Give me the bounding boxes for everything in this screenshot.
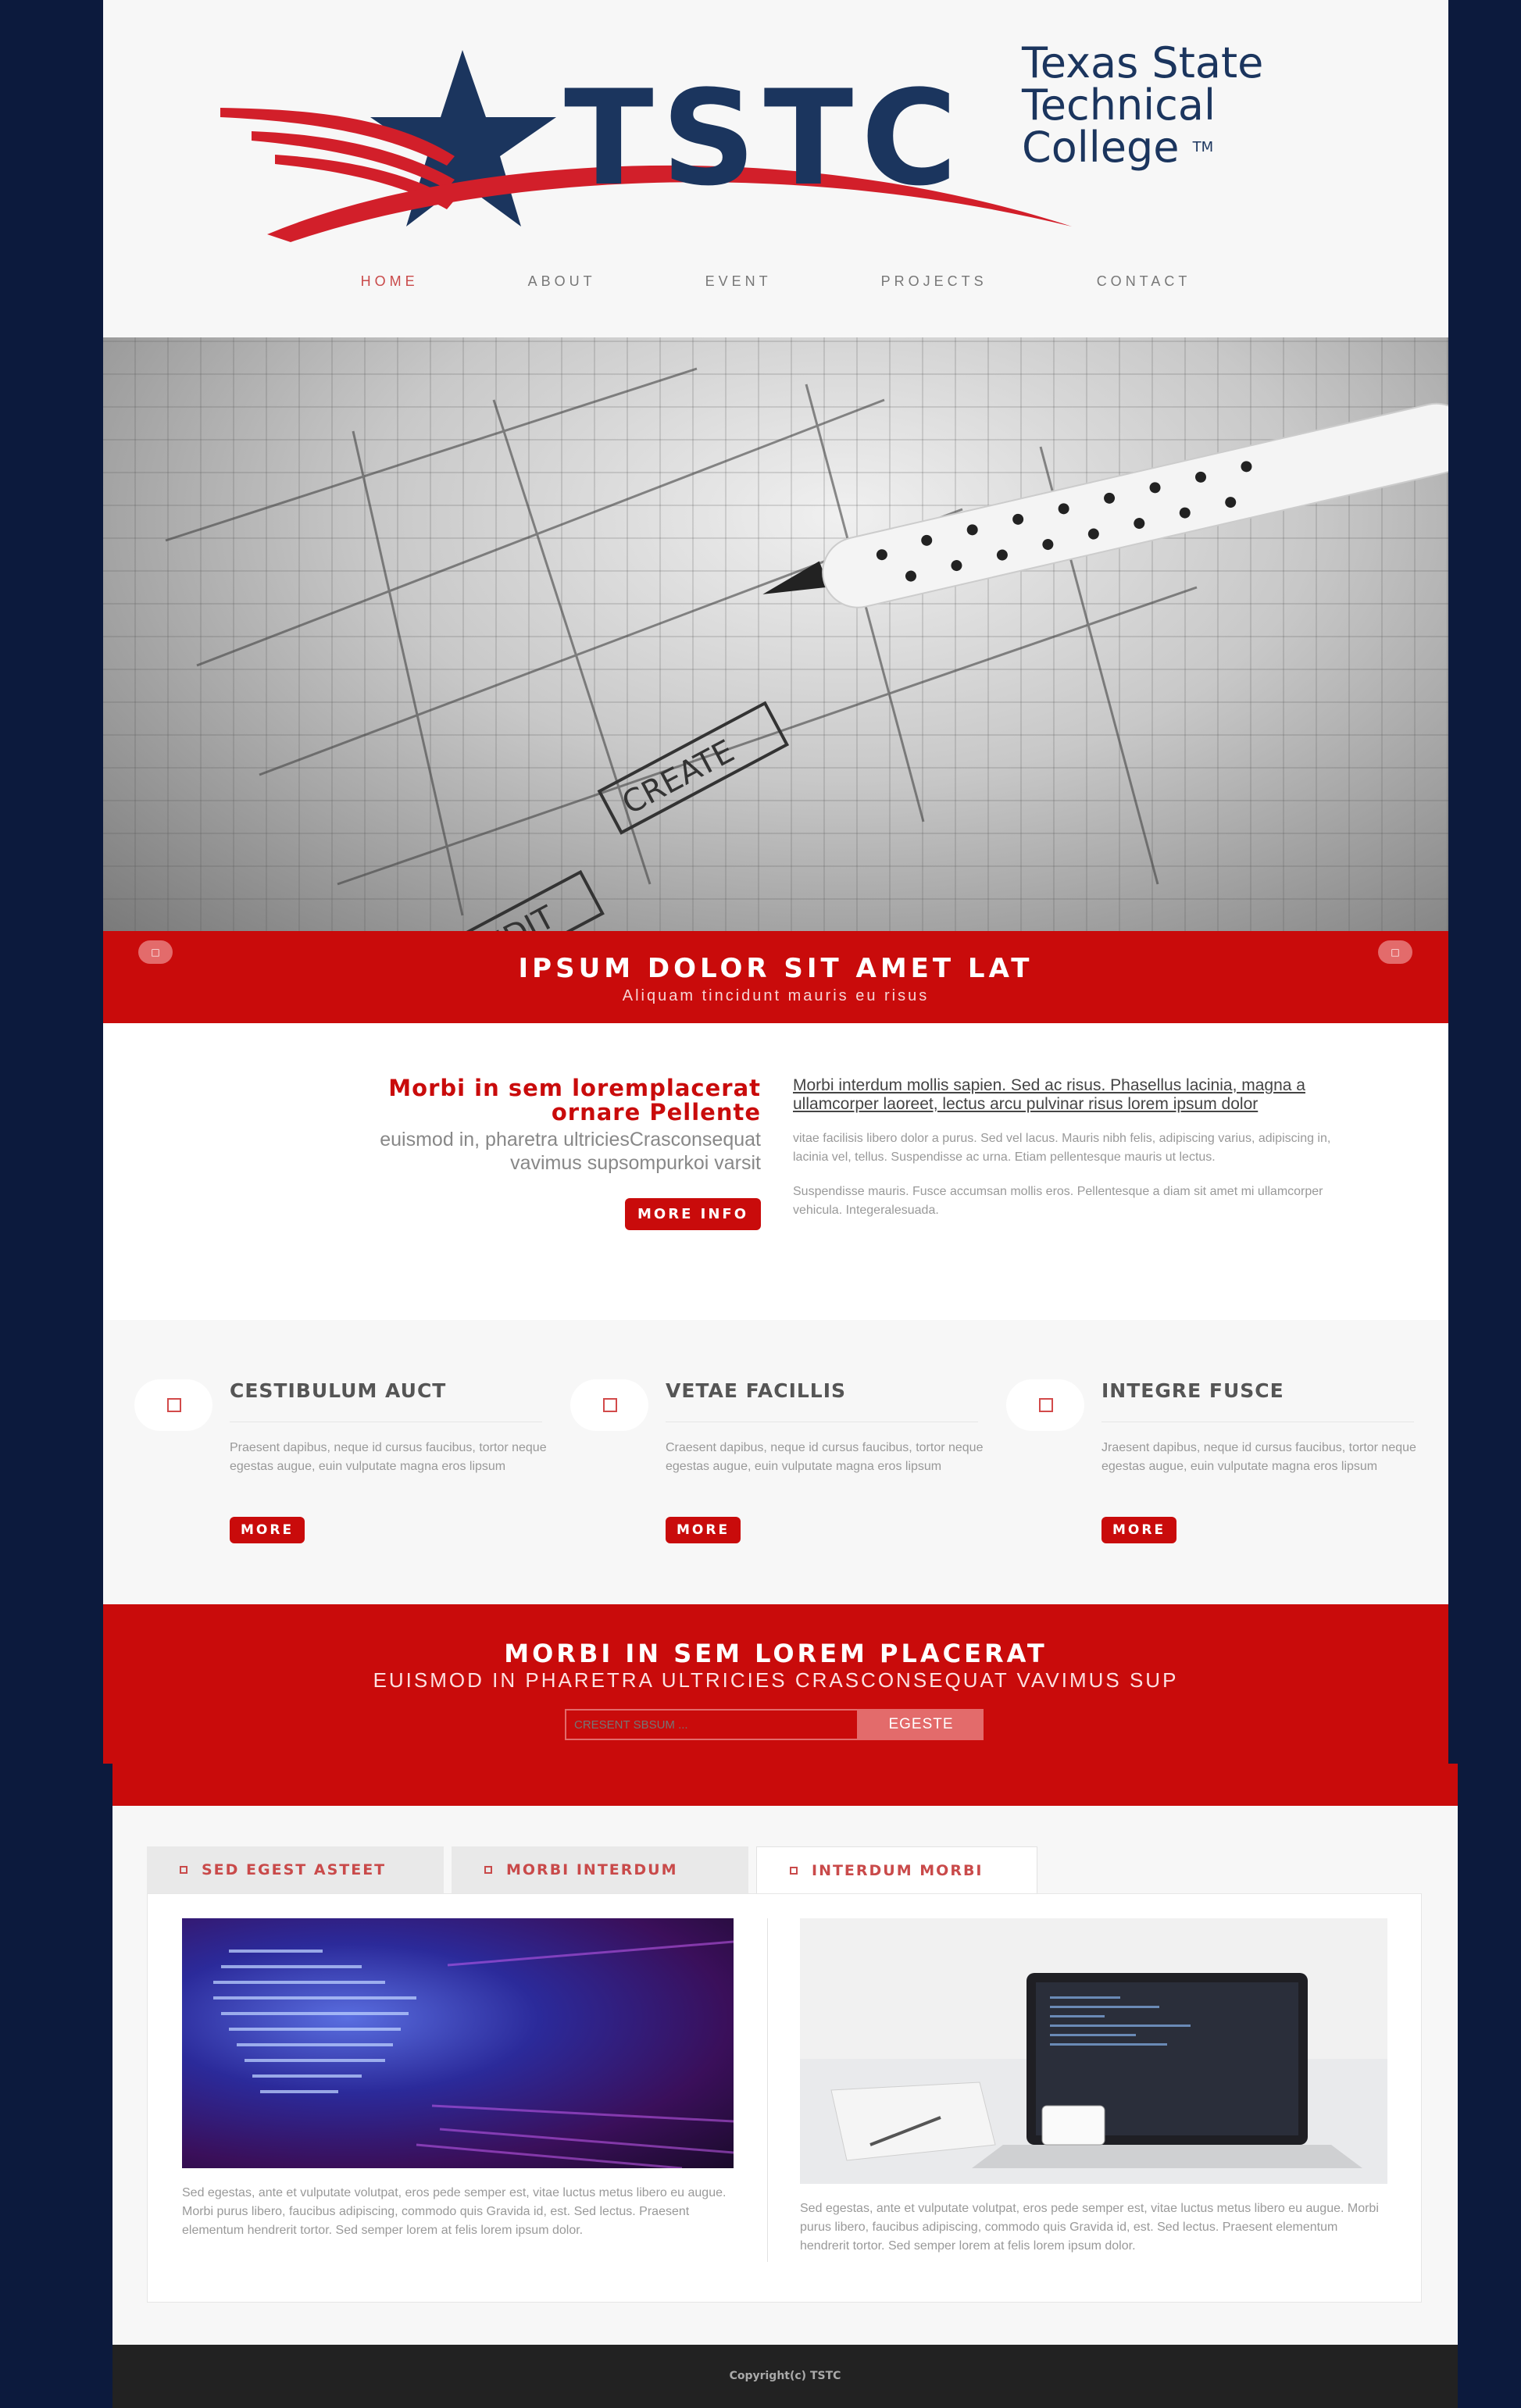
college-name: Texas State Technical College TM [1022, 42, 1263, 169]
intro-left: Morbi in sem loremplacerat ornare Pellen… [214, 1076, 761, 1230]
features-section: CESTIBULUM AUCT Praesent dapibus, neque … [103, 1320, 1448, 1604]
panel-divider [767, 1918, 768, 2262]
copyright-text: Copyright(c) TSTC [729, 2370, 841, 2382]
intro-right-paragraph-1: vitae facilisis libero dolor a purus. Se… [793, 1132, 1331, 1164]
intro-right-paragraph-2: Suspendisse mauris. Fusce accumsan molli… [793, 1185, 1323, 1217]
tab-morbi-interdum[interactable]: MORBI INTERDUM [452, 1846, 748, 1893]
feature-text: Praesent dapibus, neque id cursus faucib… [230, 1441, 547, 1473]
banner-title: IPSUM DOLOR SIT AMET LAT [518, 953, 1034, 984]
square-icon [790, 1866, 798, 1875]
footer: Copyright(c) TSTC [112, 2345, 1458, 2408]
feature-title: INTEGRE FUSCE [1101, 1379, 1284, 1402]
hero-image: CREATE EDIT [103, 337, 1448, 931]
intro-right-heading[interactable]: Morbi interdum mollis sapien. Sed ac ris… [793, 1076, 1340, 1114]
college-name-line2: Technical [1022, 80, 1216, 130]
newsletter-submit-button[interactable]: EGESTE [859, 1709, 984, 1740]
feature-more-button[interactable]: MORE [1101, 1517, 1177, 1543]
slider-prev-button[interactable]: □ [138, 940, 173, 964]
square-icon [180, 1866, 187, 1874]
cta-bottom-strip [112, 1764, 1458, 1806]
feature-text: Craesent dapibus, neque id cursus faucib… [666, 1441, 984, 1473]
intro-heading: Morbi in sem loremplacerat ornare Pellen… [388, 1075, 761, 1126]
hero-caption-banner: IPSUM DOLOR SIT AMET LAT Aliquam tincidu… [103, 931, 1448, 1023]
main-nav: HOME ABOUT EVENT PROJECTS CONTACT [103, 273, 1448, 290]
cta-subtitle: EUISMOD IN PHARETRA ULTRICIES CRASCONSEQ… [373, 1668, 1179, 1692]
nav-about[interactable]: ABOUT [473, 273, 651, 290]
tab-interdum-morbi[interactable]: INTERDUM MORBI [756, 1846, 1037, 1893]
square-icon [134, 1379, 212, 1431]
intro-section: Morbi in sem loremplacerat ornare Pellen… [103, 1023, 1448, 1320]
right-panel-text: Sed egestas, ante et vulputate volutpat,… [800, 2202, 1379, 2253]
logo-tstc-letters: TSTC [564, 62, 965, 215]
left-panel-text: Sed egestas, ante et vulputate volutpat,… [182, 2186, 727, 2237]
nav-projects[interactable]: PROJECTS [827, 273, 1042, 290]
feature-title: VETAE FACILLIS [666, 1379, 847, 1402]
cta-title: MORBI IN SEM LOREM PLACERAT [504, 1639, 1048, 1668]
newsletter-form: EGESTE [565, 1709, 984, 1740]
more-info-button[interactable]: MORE INFO [625, 1198, 761, 1230]
feature-more-button[interactable]: MORE [666, 1517, 741, 1543]
intro-right: Morbi interdum mollis sapien. Sed ac ris… [793, 1076, 1340, 1220]
laptop-desk-image [800, 1918, 1387, 2184]
tab-bar: SED EGEST ASTEET MORBI INTERDUM INTERDUM… [147, 1846, 1037, 1893]
banner-subtitle: Aliquam tincidunt mauris eu risus [622, 987, 930, 1004]
feature-more-button[interactable]: MORE [230, 1517, 305, 1543]
nav-contact[interactable]: CONTACT [1042, 273, 1246, 290]
nav-event[interactable]: EVENT [651, 273, 827, 290]
hero-sketch: CREATE EDIT [165, 367, 1448, 931]
code-matrix-image [182, 1918, 734, 2168]
newsletter-input[interactable] [565, 1709, 859, 1740]
college-name-line3: College TM [1022, 123, 1214, 172]
header: TSTC Texas State Technical College TM HO… [103, 0, 1448, 337]
feature-text: Jraesent dapibus, neque id cursus faucib… [1101, 1441, 1416, 1473]
feature-title: CESTIBULUM AUCT [230, 1379, 447, 1402]
intro-subheading: euismod in, pharetra ultriciesCrasconseq… [380, 1129, 761, 1174]
slider-next-button[interactable]: □ [1378, 940, 1412, 964]
tab-sed-egest-asteet[interactable]: SED EGEST ASTEET [147, 1846, 444, 1893]
newsletter-section: MORBI IN SEM LOREM PLACERAT EUISMOD IN P… [103, 1604, 1448, 1764]
square-icon [484, 1866, 492, 1874]
college-name-line1: Texas State [1022, 38, 1264, 87]
square-icon [570, 1379, 648, 1431]
square-icon [1006, 1379, 1084, 1431]
nav-home[interactable]: HOME [306, 273, 473, 290]
pencil-icon [762, 402, 1448, 608]
